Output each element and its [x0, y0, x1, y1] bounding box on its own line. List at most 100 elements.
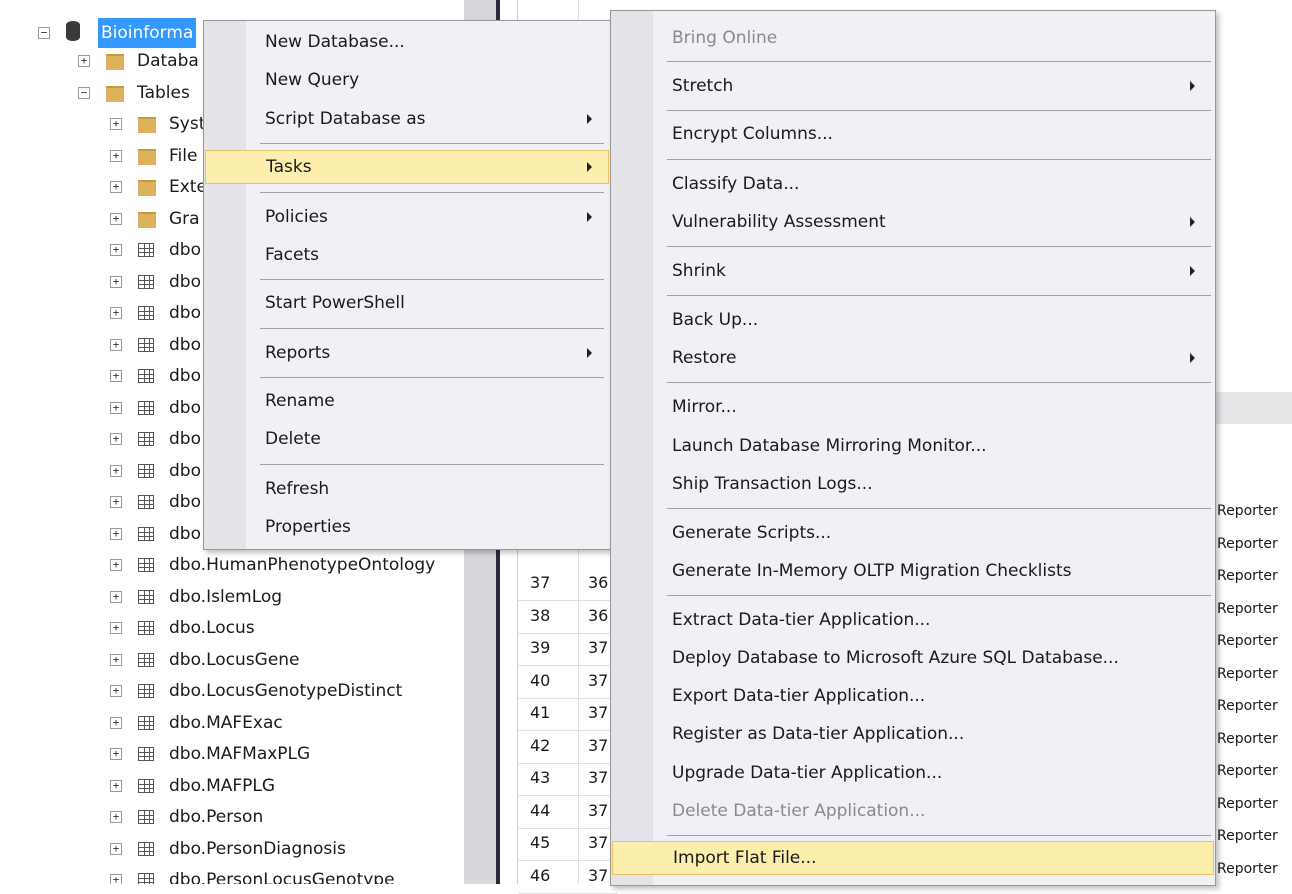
expand-icon[interactable]: +	[110, 559, 122, 571]
table-icon	[138, 337, 154, 352]
expand-icon[interactable]: +	[110, 181, 122, 193]
menu-separator	[667, 110, 1211, 111]
tree-node[interactable]: + dbo.Person	[0, 802, 490, 832]
grid-cell-value: 37	[588, 800, 609, 820]
grid-cell-row-number: 45	[530, 833, 551, 852]
expand-icon[interactable]: +	[110, 496, 122, 508]
expand-icon[interactable]: +	[110, 716, 122, 729]
menu-item-vulnerability-assessment[interactable]: Vulnerability Assessment	[612, 205, 1214, 239]
expand-icon[interactable]: +	[110, 433, 122, 445]
tree-node-label: dbo	[169, 271, 201, 292]
table-icon	[138, 306, 154, 320]
folder-icon	[138, 211, 156, 228]
database-icon	[66, 21, 80, 41]
expand-icon[interactable]: +	[110, 653, 122, 666]
menu-item-policies[interactable]: Policies	[205, 200, 609, 234]
table-icon	[138, 873, 154, 884]
menu-item-encrypt-columns[interactable]: Encrypt Columns...	[612, 117, 1214, 151]
grid-row: 40 37	[518, 664, 618, 699]
menu-item-mirror[interactable]: Mirror...	[612, 390, 1214, 424]
tree-node-label: dbo	[169, 303, 201, 323]
expand-icon[interactable]: +	[110, 244, 122, 256]
menu-item-upgrade-data-tier[interactable]: Upgrade Data-tier Application...	[612, 756, 1214, 790]
menu-item-reports[interactable]: Reports	[205, 336, 609, 370]
menu-item-shrink[interactable]: Shrink	[612, 254, 1214, 288]
tree-node[interactable]: + dbo.IslemLog	[0, 582, 490, 612]
menu-item-back-up[interactable]: Back Up...	[612, 303, 1214, 337]
expand-icon[interactable]: +	[110, 685, 122, 697]
tree-node-label: dbo	[169, 492, 201, 512]
expand-icon[interactable]: +	[110, 874, 122, 884]
expand-icon[interactable]: +	[110, 622, 122, 634]
menu-item-import-flat-file[interactable]: Import Flat File...	[612, 841, 1214, 875]
menu-item-rename[interactable]: Rename	[205, 384, 609, 418]
grid-row: 46 37	[518, 859, 618, 894]
expand-icon[interactable]: +	[110, 590, 122, 603]
tree-node[interactable]: + dbo.LocusGene	[0, 645, 490, 675]
submenu-arrow-icon	[1190, 266, 1195, 276]
tree-node[interactable]: + dbo.PersonDiagnosis	[0, 834, 490, 864]
expand-icon[interactable]: +	[110, 779, 122, 792]
expand-icon[interactable]: +	[110, 401, 122, 414]
menu-item-export-data-tier[interactable]: Export Data-tier Application...	[612, 679, 1214, 713]
menu-item-deploy-to-azure[interactable]: Deploy Database to Microsoft Azure SQL D…	[612, 641, 1214, 675]
expand-icon[interactable]: +	[110, 464, 122, 477]
collapse-icon[interactable]: −	[38, 27, 50, 39]
tree-node[interactable]: + dbo.HumanPhenotypeOntology	[0, 550, 490, 580]
expand-icon[interactable]: +	[110, 842, 122, 855]
tree-node[interactable]: + dbo.MAFPLG	[0, 771, 490, 801]
menu-item-extract-data-tier[interactable]: Extract Data-tier Application...	[612, 603, 1214, 637]
grid-cell-value: 37	[588, 735, 609, 755]
tree-node[interactable]: + dbo.LocusGenotypeDistinct	[0, 676, 490, 706]
menu-item-generate-inmemory-checklists[interactable]: Generate In-Memory OLTP Migration Checkl…	[612, 554, 1214, 588]
expand-icon[interactable]: +	[78, 55, 90, 67]
expand-icon[interactable]: +	[110, 338, 122, 351]
menu-item-delete[interactable]: Delete	[205, 422, 609, 456]
menu-item-properties[interactable]: Properties	[205, 510, 609, 544]
menu-item-start-powershell[interactable]: Start PowerShell	[205, 286, 609, 320]
expand-icon[interactable]: +	[110, 149, 122, 162]
expand-icon[interactable]: +	[110, 307, 122, 319]
menu-item-facets[interactable]: Facets	[205, 238, 609, 272]
menu-item-script-database-as[interactable]: Script Database as	[205, 102, 609, 136]
expand-icon[interactable]: +	[110, 118, 122, 130]
table-icon	[138, 274, 154, 289]
menu-item-classify-data[interactable]: Classify Data...	[612, 167, 1214, 201]
menu-item-tasks[interactable]: Tasks	[205, 150, 609, 184]
expand-icon[interactable]: +	[110, 370, 122, 382]
menu-item-launch-mirroring-monitor[interactable]: Launch Database Mirroring Monitor...	[612, 429, 1214, 463]
tree-node-label: dbo.IslemLog	[169, 586, 283, 607]
menu-item-ship-transaction-logs[interactable]: Ship Transaction Logs...	[612, 467, 1214, 501]
expand-icon[interactable]: +	[110, 527, 122, 540]
grid-row: 43 37	[518, 761, 618, 796]
table-icon	[138, 652, 154, 667]
table-icon	[138, 243, 154, 257]
menu-item-generate-scripts[interactable]: Generate Scripts...	[612, 516, 1214, 550]
grid-cell-reporter: Reporter	[1217, 828, 1278, 844]
table-icon	[138, 495, 154, 509]
tree-node[interactable]: + dbo.Locus	[0, 613, 490, 643]
grid-row: 39 37	[518, 631, 618, 666]
menu-item-bring-online: Bring Online	[672, 28, 778, 48]
grid-cell-row-number: 40	[530, 670, 551, 690]
menu-item-refresh[interactable]: Refresh	[205, 472, 609, 506]
table-icon	[138, 747, 154, 761]
expand-icon[interactable]: +	[110, 212, 122, 225]
tree-node[interactable]: + dbo.PersonLocusGenotype	[0, 865, 490, 884]
collapse-icon[interactable]: −	[78, 86, 90, 99]
menu-item-restore[interactable]: Restore	[612, 341, 1214, 375]
grid-row: 37 36	[518, 566, 618, 601]
menu-item-new-database[interactable]: New Database...	[205, 25, 609, 59]
menu-separator	[260, 143, 604, 144]
tree-node[interactable]: + dbo.MAFExac	[0, 708, 490, 738]
grid-cell-row-number: 44	[530, 800, 551, 820]
expand-icon[interactable]: +	[110, 811, 122, 823]
expand-icon[interactable]: +	[110, 748, 122, 760]
menu-separator	[667, 382, 1211, 383]
expand-icon[interactable]: +	[110, 275, 122, 288]
menu-item-new-query[interactable]: New Query	[205, 63, 609, 97]
tree-node[interactable]: + dbo.MAFMaxPLG	[0, 739, 490, 769]
menu-item-stretch[interactable]: Stretch	[612, 69, 1214, 103]
tree-node-label: dbo.PersonDiagnosis	[169, 838, 346, 859]
menu-item-register-data-tier[interactable]: Register as Data-tier Application...	[612, 717, 1214, 751]
